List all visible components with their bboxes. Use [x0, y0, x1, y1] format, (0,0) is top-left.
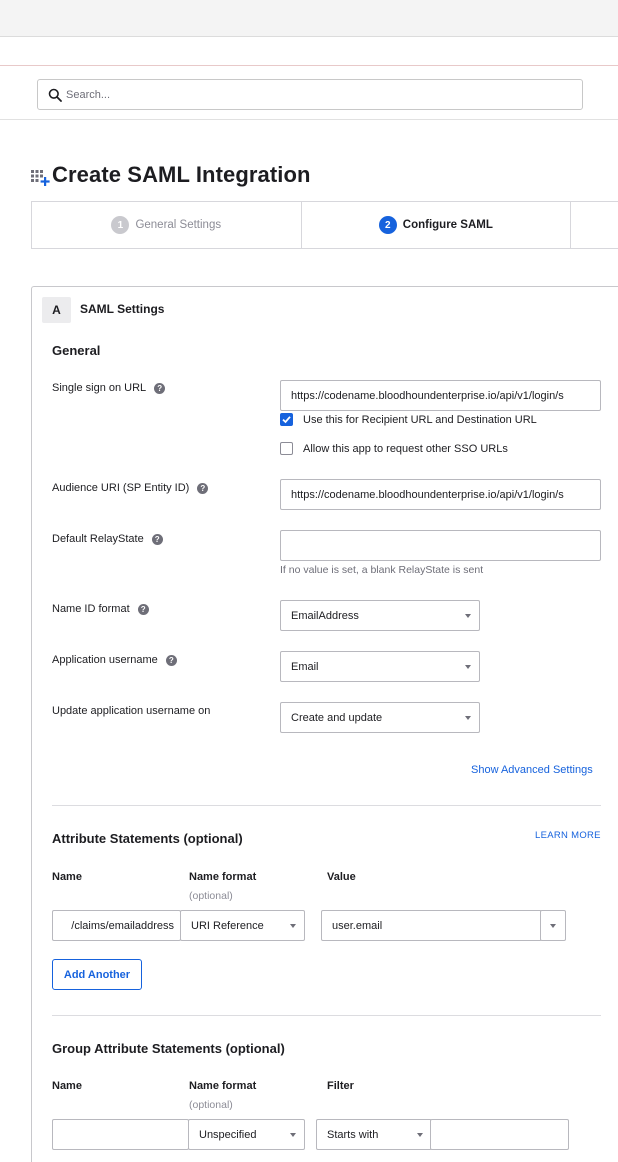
dropdown-caret-icon	[290, 1133, 296, 1137]
search-icon	[48, 88, 62, 102]
help-icon[interactable]: ?	[197, 482, 209, 494]
name-id-format-label: Name ID format ?	[52, 603, 149, 615]
group-format-select[interactable]: Unspecified	[188, 1119, 305, 1150]
relay-state-label-text: Default RelayState	[52, 533, 144, 545]
dropdown-caret-icon	[465, 614, 471, 618]
wizard-steps: 1 General Settings 2 Configure SAML	[31, 201, 618, 249]
group-attribute-statements-heading: Group Attribute Statements (optional)	[52, 1041, 285, 1056]
attr-format-select[interactable]: URI Reference	[180, 910, 305, 941]
attr-col-format-sub: (optional)	[189, 890, 233, 902]
attribute-statements-heading: Attribute Statements (optional)	[52, 831, 243, 846]
checkbox-checked[interactable]	[280, 413, 293, 426]
allow-sso-urls-checkbox[interactable]: Allow this app to request other SSO URLs	[280, 442, 508, 455]
dropdown-caret-icon	[290, 924, 296, 928]
step-number: 1	[111, 216, 130, 234]
dropdown-caret-icon	[550, 924, 556, 928]
attr-name-input[interactable]: /claims/emailaddress	[52, 910, 181, 941]
relay-state-label: Default RelayState ?	[52, 533, 163, 545]
group-col-filter: Filter	[327, 1080, 354, 1092]
dropdown-caret-icon	[417, 1133, 423, 1137]
help-icon[interactable]: ?	[154, 382, 166, 394]
update-username-label-text: Update application username on	[52, 705, 211, 717]
relay-state-input[interactable]	[280, 530, 601, 561]
attr-col-format: Name format	[189, 871, 257, 883]
name-id-format-select[interactable]: EmailAddress	[280, 600, 480, 631]
group-name-input[interactable]	[52, 1119, 189, 1150]
checkbox-unchecked[interactable]	[280, 442, 293, 455]
help-icon[interactable]: ?	[151, 533, 163, 545]
attr-value-input[interactable]: user.email	[321, 910, 542, 941]
app-username-value: Email	[291, 660, 319, 673]
browser-top-bar	[0, 0, 618, 37]
page-title: Create SAML Integration	[52, 162, 311, 187]
dropdown-caret-icon	[465, 665, 471, 669]
update-username-value: Create and update	[291, 711, 383, 724]
attr-format-value: URI Reference	[191, 919, 264, 932]
attr-col-value: Value	[327, 871, 356, 883]
audience-uri-label: Audience URI (SP Entity ID) ?	[52, 482, 209, 494]
update-username-select[interactable]: Create and update	[280, 702, 480, 733]
page-header: Create SAML Integration	[30, 160, 311, 190]
search-input[interactable]	[66, 80, 566, 109]
step-feedback[interactable]	[571, 202, 618, 248]
group-col-name: Name	[52, 1080, 82, 1092]
name-id-format-value: EmailAddress	[291, 609, 359, 622]
dropdown-caret-icon	[465, 716, 471, 720]
group-filter-select[interactable]: Starts with	[316, 1119, 432, 1150]
sso-url-input[interactable]: https://codename.bloodhoundenterprise.io…	[280, 380, 601, 411]
recipient-url-checkbox[interactable]: Use this for Recipient URL and Destinati…	[280, 413, 537, 426]
audience-uri-label-text: Audience URI (SP Entity ID)	[52, 482, 190, 494]
group-filter-value: Starts with	[327, 1128, 379, 1141]
section-title: SAML Settings	[80, 302, 165, 316]
app-username-label-text: Application username	[52, 654, 158, 666]
help-icon[interactable]: ?	[137, 603, 149, 615]
recipient-url-checkbox-label: Use this for Recipient URL and Destinati…	[303, 413, 537, 426]
check-icon	[282, 416, 291, 424]
saml-settings-panel: A SAML Settings General Single sign on U…	[31, 286, 618, 1162]
search-box[interactable]	[37, 79, 583, 110]
show-advanced-settings-link[interactable]: Show Advanced Settings	[471, 764, 593, 776]
relay-state-hint: If no value is set, a blank RelayState i…	[280, 564, 484, 576]
allow-sso-urls-checkbox-label: Allow this app to request other SSO URLs	[303, 442, 508, 455]
section-divider	[52, 1015, 601, 1016]
step-label: Configure SAML	[402, 219, 493, 231]
step-general-settings[interactable]: 1 General Settings	[32, 202, 302, 248]
group-format-value: Unspecified	[199, 1128, 257, 1141]
name-id-format-label-text: Name ID format	[52, 603, 130, 615]
learn-more-link[interactable]: LEARN MORE	[535, 830, 601, 841]
sso-url-label: Single sign on URL ?	[52, 382, 166, 394]
step-number: 2	[378, 216, 397, 234]
step-configure-saml[interactable]: 2 Configure SAML	[302, 202, 572, 248]
attr-value-expression-dropdown[interactable]	[540, 910, 566, 941]
section-divider	[52, 805, 601, 806]
group-filter-input[interactable]	[430, 1119, 569, 1150]
add-another-button[interactable]: Add Another	[52, 959, 142, 990]
attr-col-name: Name	[52, 871, 82, 883]
general-heading: General	[52, 343, 101, 358]
section-tag: A	[42, 297, 71, 323]
attr-name-value: /claims/emailaddress	[71, 919, 174, 932]
app-grid-add-icon	[31, 170, 50, 186]
app-username-label: Application username ?	[52, 654, 177, 666]
search-bar-row	[0, 68, 618, 120]
app-header-bar	[0, 38, 618, 66]
group-col-format-sub: (optional)	[189, 1099, 233, 1111]
group-col-format: Name format	[189, 1080, 257, 1092]
audience-uri-input[interactable]: https://codename.bloodhoundenterprise.io…	[280, 479, 601, 510]
help-icon[interactable]: ?	[165, 654, 177, 666]
sso-url-label-text: Single sign on URL	[52, 382, 147, 394]
step-label: General Settings	[135, 219, 222, 231]
update-username-label: Update application username on	[52, 705, 210, 717]
app-username-select[interactable]: Email	[280, 651, 480, 682]
